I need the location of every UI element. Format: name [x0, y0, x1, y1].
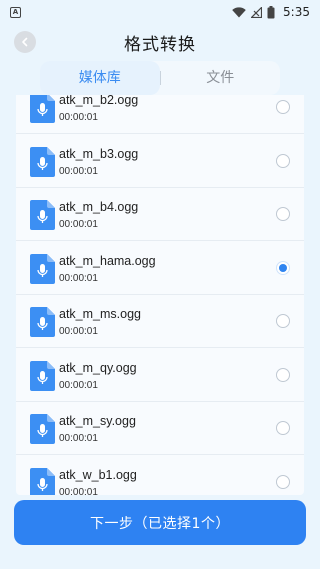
file-list-item[interactable]: atk_m_ms.ogg 00:00:01 — [16, 295, 304, 348]
audio-file-icon — [30, 361, 55, 391]
battery-icon — [267, 5, 275, 18]
select-radio[interactable] — [276, 100, 290, 114]
select-radio[interactable] — [276, 154, 290, 168]
chevron-left-icon — [22, 37, 28, 47]
file-list-item[interactable]: atk_m_b2.ogg 00:00:01 — [16, 95, 304, 134]
file-name: atk_m_b3.ogg — [59, 147, 139, 161]
file-name: atk_m_b4.ogg — [59, 200, 139, 214]
file-list-item[interactable]: atk_w_b1.ogg 00:00:01 — [16, 456, 304, 495]
file-duration: 00:00:01 — [59, 112, 98, 123]
file-list: atk_m_b2.ogg 00:00:01 atk_m_b3.ogg 00:00:01… — [16, 95, 304, 495]
page-title: 格式转换 — [124, 34, 196, 55]
a-letter-icon: A — [10, 6, 21, 18]
audio-file-icon — [30, 147, 55, 177]
file-duration: 00:00:01 — [59, 326, 98, 337]
next-step-button[interactable]: 下一步（已选择1个） — [14, 500, 306, 545]
select-radio[interactable] — [276, 475, 290, 489]
file-name: atk_m_qy.ogg — [59, 361, 137, 375]
audio-file-icon — [30, 254, 55, 284]
file-duration: 00:00:01 — [59, 433, 98, 444]
status-time: 5:35 — [283, 5, 310, 19]
wifi-icon — [232, 6, 246, 17]
select-radio[interactable] — [276, 368, 290, 382]
tab-media-library[interactable]: 媒体库 — [40, 61, 160, 95]
file-list-item[interactable]: atk_m_hama.ogg 00:00:01 — [16, 242, 304, 295]
file-list-item[interactable]: atk_m_sy.ogg 00:00:01 — [16, 402, 304, 455]
audio-file-icon — [30, 307, 55, 337]
select-radio[interactable] — [276, 261, 290, 275]
audio-file-icon — [30, 414, 55, 444]
file-list-item[interactable]: atk_m_b3.ogg 00:00:01 — [16, 135, 304, 188]
file-list-item[interactable]: atk_m_qy.ogg 00:00:01 — [16, 349, 304, 402]
header: 格式转换 — [0, 24, 320, 60]
file-name: atk_m_b2.ogg — [59, 95, 139, 107]
audio-file-icon — [30, 200, 55, 230]
select-radio[interactable] — [276, 421, 290, 435]
tab-files[interactable]: 文件 — [161, 61, 281, 95]
file-duration: 00:00:01 — [59, 487, 98, 495]
file-name: atk_m_sy.ogg — [59, 414, 136, 428]
audio-file-icon — [30, 468, 55, 495]
no-signal-icon — [251, 6, 263, 18]
file-name: atk_m_hama.ogg — [59, 254, 156, 268]
status-bar: A 5:35 — [0, 0, 320, 24]
file-name: atk_w_b1.ogg — [59, 468, 137, 482]
file-duration: 00:00:01 — [59, 273, 98, 284]
select-radio[interactable] — [276, 207, 290, 221]
tab-bar: 媒体库 文件 — [40, 61, 280, 95]
audio-file-icon — [30, 95, 55, 123]
file-duration: 00:00:01 — [59, 219, 98, 230]
file-name: atk_m_ms.ogg — [59, 307, 141, 321]
file-duration: 00:00:01 — [59, 166, 98, 177]
file-list-item[interactable]: atk_m_b4.ogg 00:00:01 — [16, 188, 304, 241]
select-radio[interactable] — [276, 314, 290, 328]
back-button[interactable] — [14, 31, 36, 53]
file-duration: 00:00:01 — [59, 380, 98, 391]
